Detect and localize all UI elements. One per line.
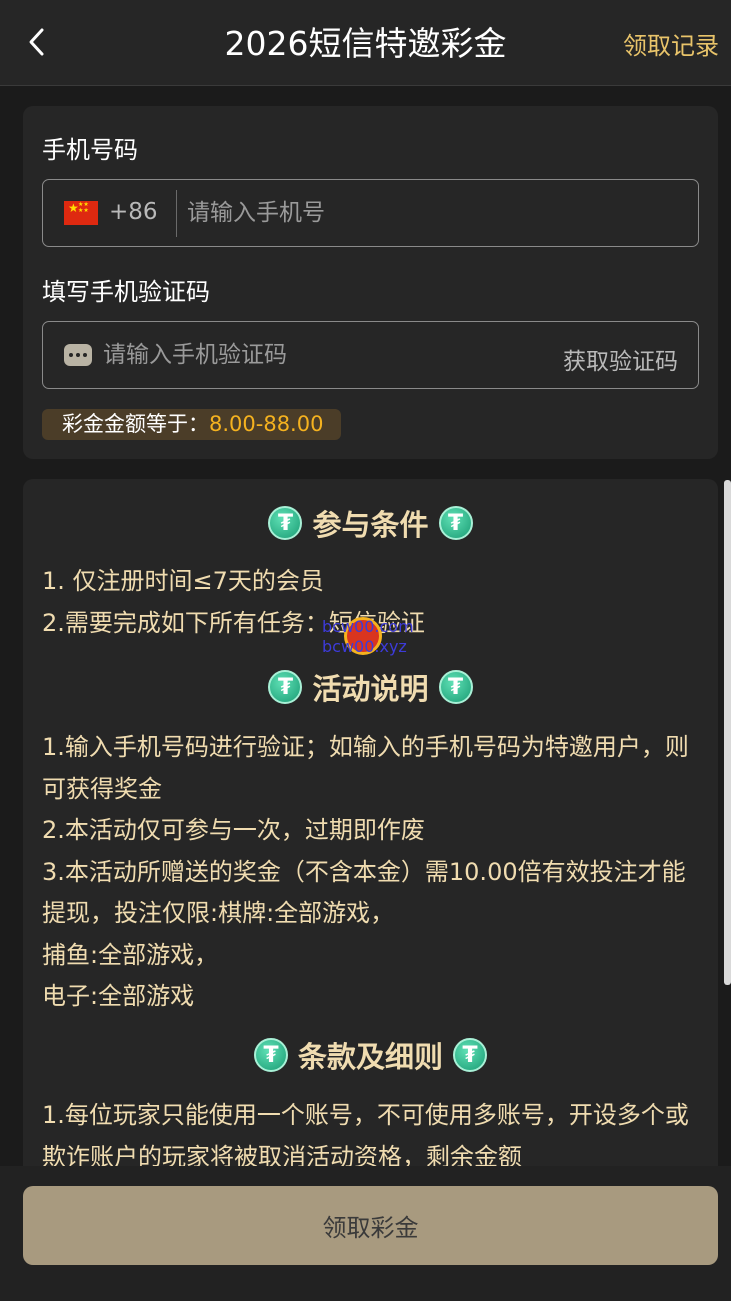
field-divider (176, 190, 177, 237)
verification-form-card: 手机号码 ★★★★★ +86 填写手机验证码 获取验证码 彩金金额等于：8.00… (23, 106, 718, 459)
bonus-label: 彩金金额等于： (62, 412, 209, 436)
china-flag-icon: ★ ★★ ★★ (64, 201, 98, 225)
activity-heading: ₮ 活动说明 ₮ (23, 666, 718, 708)
conditions-title: 参与条件 (312, 508, 429, 542)
phone-input[interactable] (187, 198, 677, 228)
message-dots-icon (64, 344, 92, 366)
claim-records-link[interactable]: 领取记录 (623, 26, 719, 61)
get-code-button[interactable]: 获取验证码 (563, 342, 678, 376)
activity-info-card: ₮ 参与条件 ₮ 1. 仅注册时间≤7天的会员 2.需要完成如下所有任务：短信验… (23, 479, 718, 1199)
tether-coin-icon: ₮ (268, 506, 303, 540)
country-code[interactable]: +86 (109, 199, 158, 225)
bonus-amount-badge: 彩金金额等于：8.00-88.00 (42, 409, 342, 440)
activity-line: 捕鱼:全部游戏， (42, 940, 219, 969)
watermark: bcw00.com bcw00.xyz (322, 617, 422, 659)
conditions-heading: ₮ 参与条件 ₮ (23, 502, 718, 544)
watermark-line-1: bcw00.com (322, 617, 414, 636)
tether-coin-icon: ₮ (253, 1038, 288, 1072)
activity-line: 1.输入手机号码进行验证；如输入的手机号码为特邀用户，则可获得奖金 (42, 733, 689, 803)
page-title: 2026短信特邀彩金 (224, 24, 507, 63)
top-bar: 2026短信特邀彩金 领取记录 (0, 0, 731, 86)
tether-coin-icon: ₮ (438, 670, 473, 704)
activity-title: 活动说明 (312, 672, 429, 706)
tether-coin-icon: ₮ (268, 670, 303, 704)
terms-title: 条款及细则 (297, 1040, 443, 1074)
code-field[interactable]: 获取验证码 (42, 321, 699, 389)
phone-label: 手机号码 (42, 136, 138, 164)
phone-field[interactable]: ★ ★★ ★★ +86 (42, 179, 699, 247)
bonus-amount: 8.00-88.00 (209, 412, 324, 436)
bottom-bar: 领取彩金 (0, 1166, 731, 1301)
activity-line: 电子:全部游戏 (42, 982, 195, 1010)
code-label: 填写手机验证码 (42, 278, 210, 306)
code-input[interactable] (103, 340, 523, 370)
activity-line: 2.本活动仅可参与一次，过期即作废 (42, 816, 425, 844)
terms-heading: ₮ 条款及细则 ₮ (23, 1034, 718, 1076)
activity-text: 1.输入手机号码进行验证；如输入的手机号码为特邀用户，则可获得奖金 2.本活动仅… (42, 727, 702, 1018)
tether-coin-icon: ₮ (453, 1038, 487, 1072)
activity-line: 3.本活动所赠送的奖金（不含本金）需10.00倍有效投注才能提现，投注仅限:棋牌… (42, 857, 686, 928)
scrollbar[interactable] (724, 480, 731, 985)
tether-coin-icon: ₮ (438, 506, 473, 540)
conditions-line: 1. 仅注册时间≤7天的会员 (42, 567, 324, 595)
claim-bonus-button[interactable]: 领取彩金 (23, 1186, 718, 1265)
watermark-line-2: bcw00.xyz (322, 637, 407, 656)
